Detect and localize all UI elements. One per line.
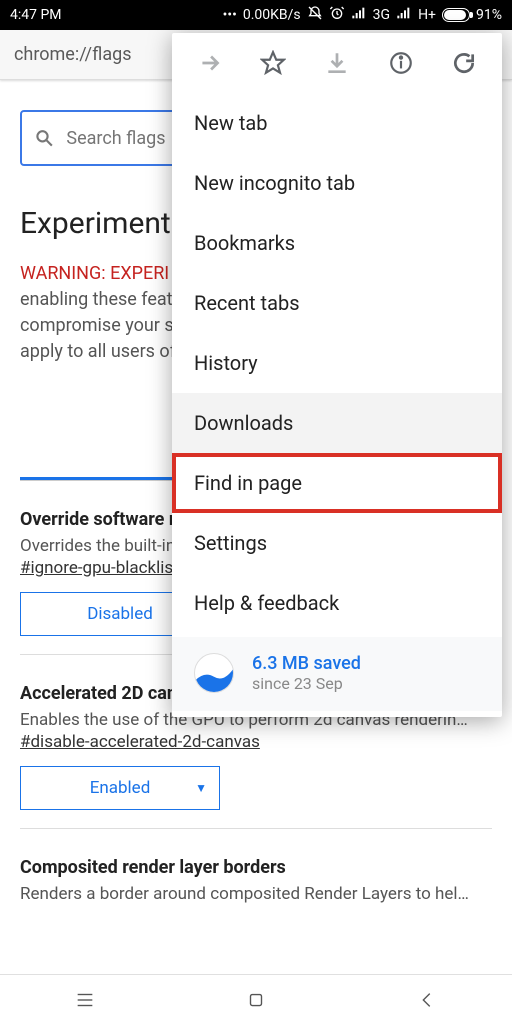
signal-icon-1 bbox=[351, 5, 367, 25]
dnd-icon bbox=[307, 5, 323, 25]
menu-settings[interactable]: Settings bbox=[172, 513, 502, 573]
data-saved-since: since 23 Sep bbox=[252, 674, 361, 693]
signal-icon-2 bbox=[396, 5, 412, 25]
forward-icon[interactable] bbox=[197, 50, 223, 76]
flag-hash[interactable]: #disable-accelerated-2d-canvas bbox=[20, 732, 492, 752]
status-time: 4:47 PM bbox=[10, 7, 223, 23]
menu-help-feedback[interactable]: Help & feedback bbox=[172, 573, 502, 633]
menu-downloads[interactable]: Downloads bbox=[172, 393, 502, 453]
menu-icon-row bbox=[172, 33, 502, 93]
flag-state-label: Enabled bbox=[90, 778, 151, 798]
system-nav-bar bbox=[0, 974, 512, 1024]
battery-icon bbox=[442, 8, 470, 22]
menu-bookmarks[interactable]: Bookmarks bbox=[172, 213, 502, 273]
recent-apps-icon[interactable] bbox=[74, 989, 96, 1011]
status-speed: 0.00KB/s bbox=[243, 7, 301, 23]
flag-title: Composited render layer borders bbox=[20, 857, 492, 878]
address-url: chrome://flags bbox=[14, 44, 132, 65]
menu-new-tab[interactable]: New tab bbox=[172, 93, 502, 153]
back-icon[interactable] bbox=[416, 989, 438, 1011]
status-bar: 4:47 PM ••• 0.00KB/s 3G H+ 91% bbox=[0, 0, 512, 30]
menu-data-saved[interactable]: 6.3 MB saved since 23 Sep bbox=[172, 637, 502, 711]
chevron-down-icon: ▼ bbox=[195, 781, 207, 795]
alarm-icon bbox=[329, 5, 345, 25]
menu-recent-tabs[interactable]: Recent tabs bbox=[172, 273, 502, 333]
menu-history[interactable]: History bbox=[172, 333, 502, 393]
home-icon[interactable] bbox=[245, 989, 267, 1011]
data-saver-icon bbox=[194, 653, 234, 693]
search-icon bbox=[34, 127, 54, 149]
chrome-menu: New tab New incognito tab Bookmarks Rece… bbox=[172, 33, 502, 717]
info-icon[interactable] bbox=[388, 50, 414, 76]
bookmark-star-icon[interactable] bbox=[260, 50, 286, 76]
status-dots: ••• bbox=[223, 7, 237, 23]
flag-desc: Renders a border around composited Rende… bbox=[20, 878, 492, 906]
menu-new-incognito[interactable]: New incognito tab bbox=[172, 153, 502, 213]
status-net2: H+ bbox=[418, 7, 436, 23]
status-net1: 3G bbox=[373, 7, 390, 23]
data-saved-amount: 6.3 MB saved bbox=[252, 653, 361, 674]
refresh-icon[interactable] bbox=[451, 50, 477, 76]
flag-state-select[interactable]: Enabled ▼ bbox=[20, 766, 220, 810]
flag-state-label: Disabled bbox=[87, 604, 153, 624]
menu-find-in-page[interactable]: Find in page bbox=[172, 453, 502, 513]
warning-text-red: WARNING: EXPERI bbox=[20, 263, 169, 284]
flag-item: Composited render layer borders Renders … bbox=[20, 829, 492, 924]
status-battery: 91% bbox=[476, 7, 502, 23]
download-icon[interactable] bbox=[324, 50, 350, 76]
